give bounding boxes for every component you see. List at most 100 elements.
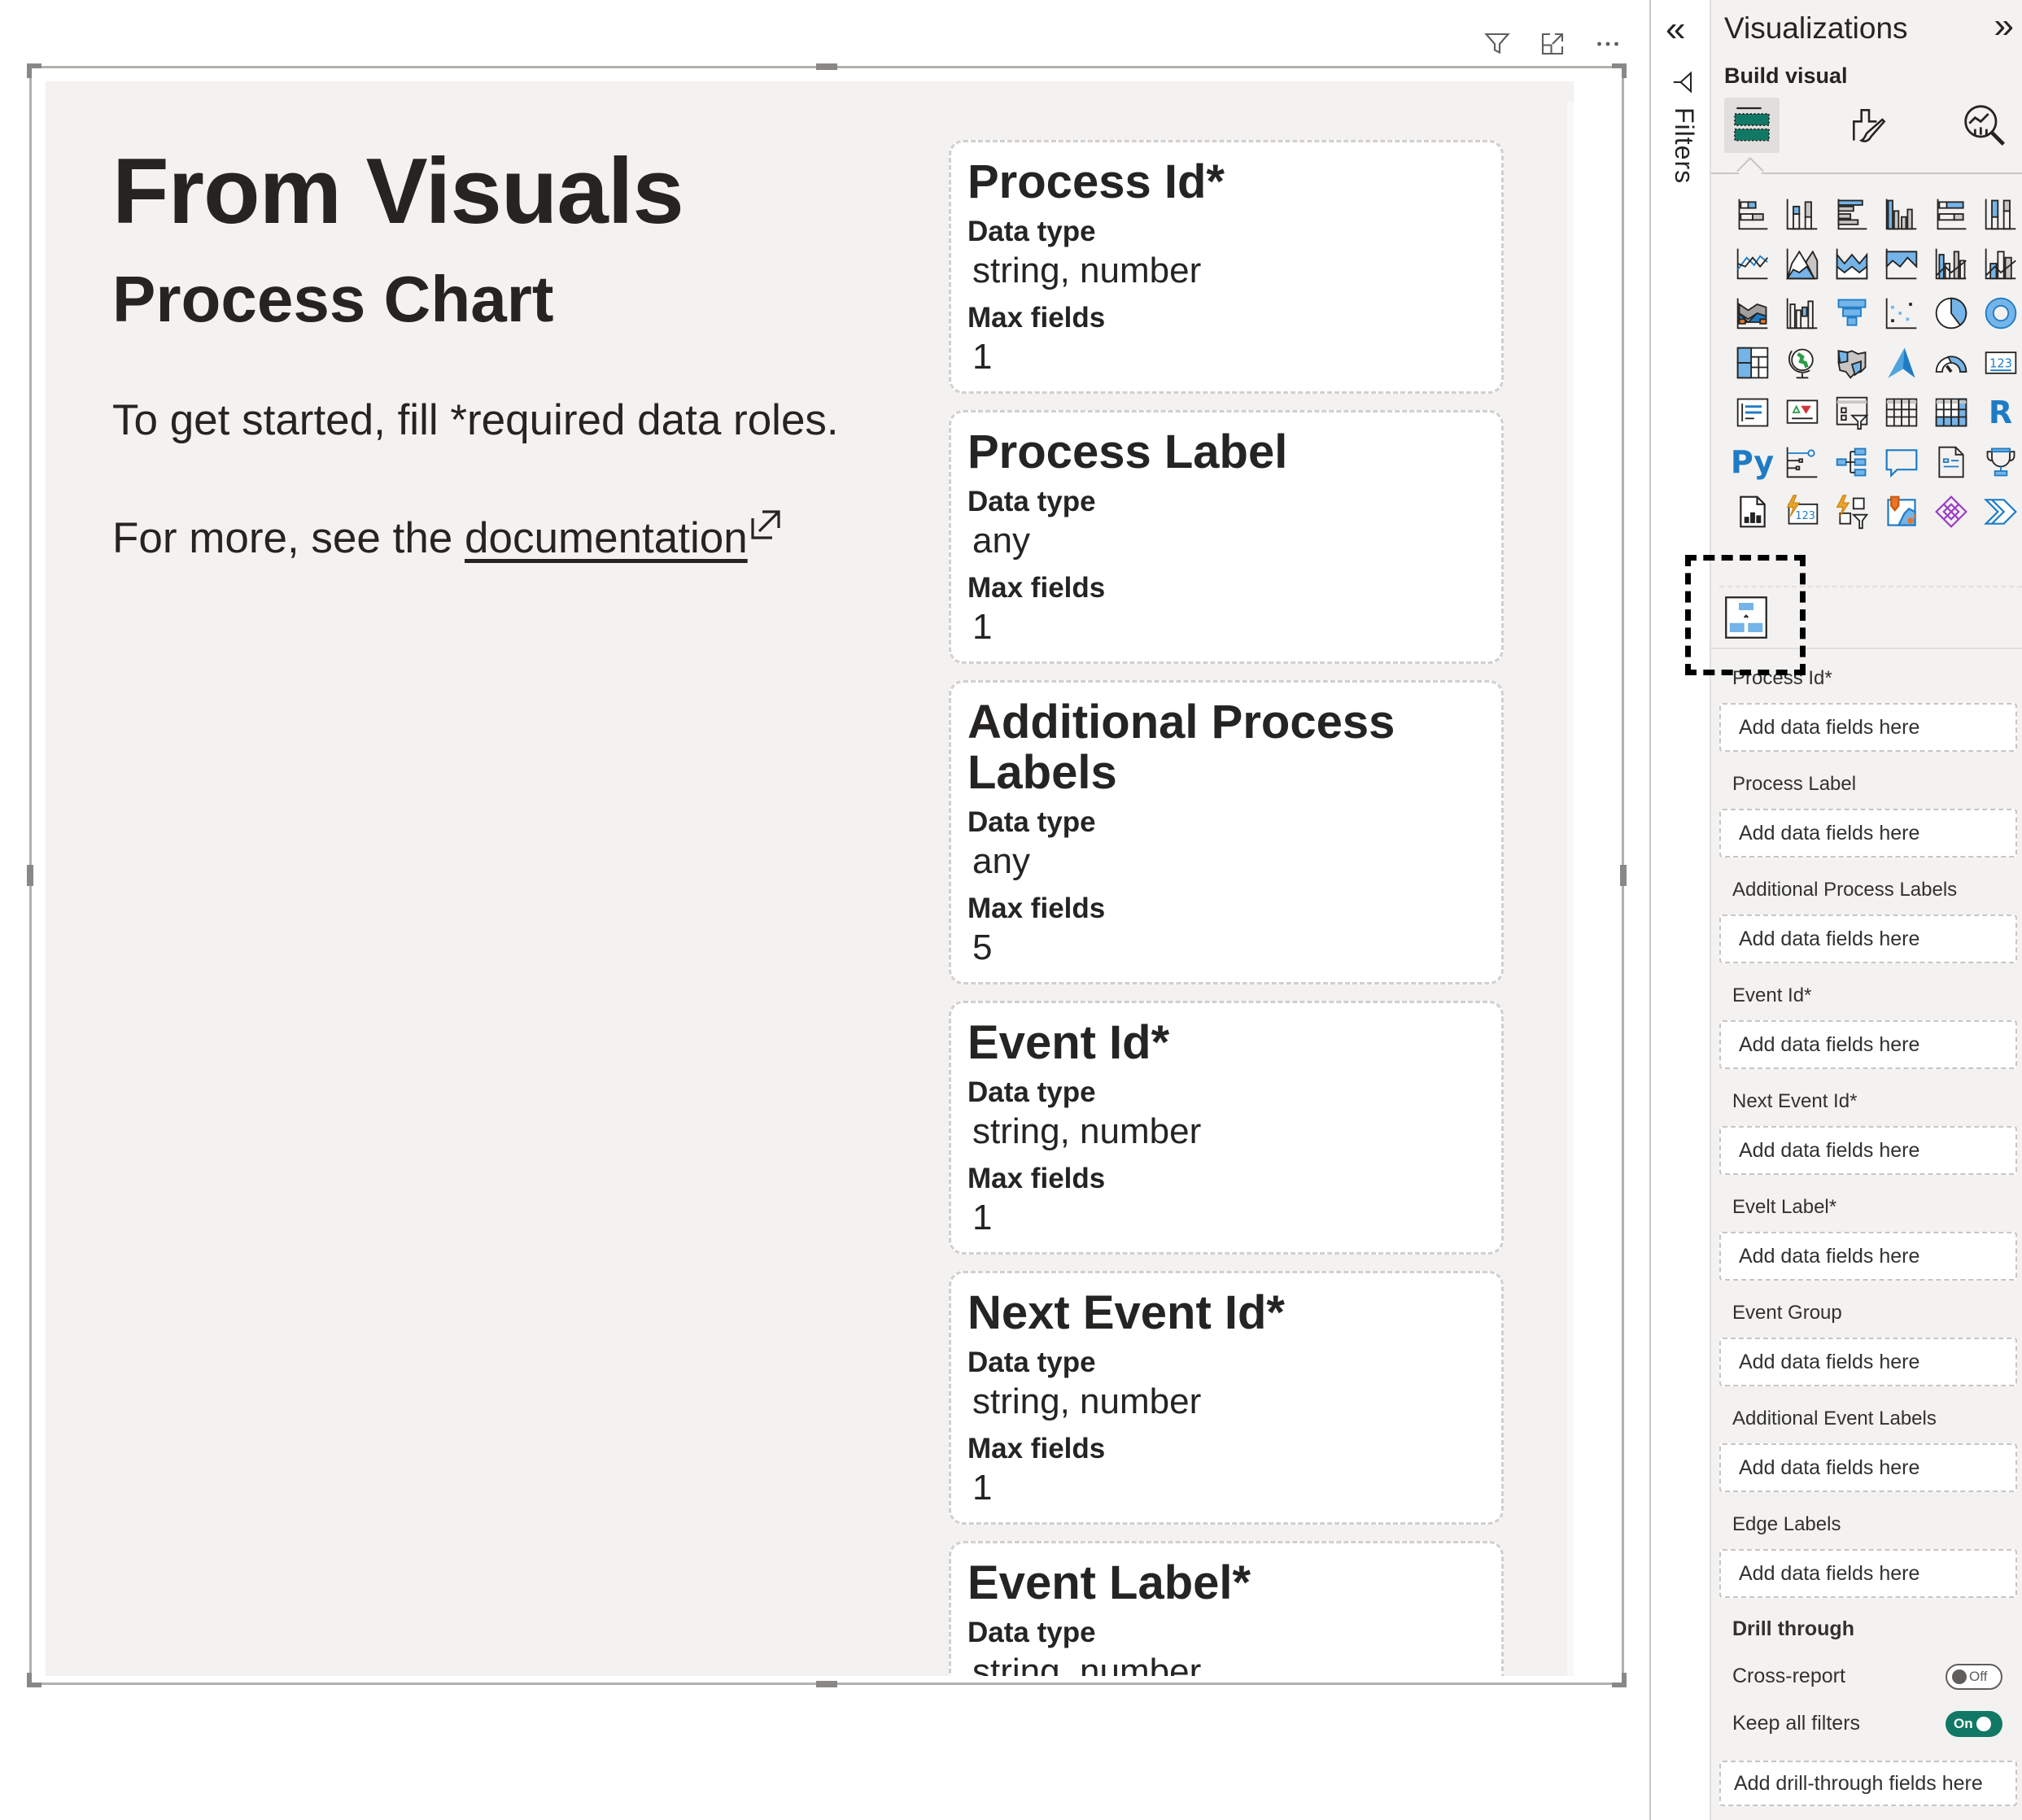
scatter-chart-icon[interactable] [1876,288,1926,338]
expand-pane-icon[interactable]: » [1994,8,2014,44]
well-drop-zone[interactable]: Add data fields here [1719,1443,2017,1492]
process-chart-custom-visual-icon[interactable] [1724,596,1768,639]
toggle-state: Off [1969,1669,1988,1684]
cross-report-toggle[interactable]: Off [1946,1664,2002,1690]
field-wells: Process Id* Add data fields here Process… [1711,664,2022,1616]
azure-map-icon[interactable] [1876,338,1926,387]
role-card-max-fields: 5 [972,927,993,967]
collapse-filters-icon[interactable]: « [1666,11,1685,47]
pie-chart-icon[interactable] [1926,288,1976,338]
tab-format-visual[interactable] [1841,98,1897,153]
100-stacked-column-chart-icon[interactable] [1976,189,2022,238]
well-edge-labels: Edge Labels Add data fields here [1711,1510,2022,1616]
role-card-data-type: string, number [972,251,1202,290]
resize-handle-top-right[interactable] [1612,63,1627,78]
well-drop-zone[interactable]: Add data fields here [1719,914,2017,963]
waterfall-chart-icon[interactable] [1777,288,1827,338]
gauge-icon[interactable] [1926,338,1976,387]
role-card-process-label: Process Label Data type any Max fields 1 [949,410,1504,664]
r-script-visual-icon[interactable]: R [1976,387,2022,437]
line-stacked-area-icon[interactable] [1876,238,1926,288]
documentation-prefix: For more, see the [112,514,465,562]
documentation-text: For more, see the documentation [112,508,782,563]
well-label: Event Group [1732,1302,1842,1324]
documentation-link[interactable]: documentation [465,514,748,562]
well-drop-zone[interactable]: Add data fields here [1719,1338,2017,1386]
resize-handle-bottom-right[interactable] [1612,1673,1627,1687]
role-card-max-fields-label: Max fields [967,572,1106,604]
well-drop-zone[interactable]: Add data fields here [1719,1020,2017,1069]
well-drop-zone[interactable]: Add data fields here [1719,703,2017,752]
smart-narrative-icon[interactable] [1926,437,1976,487]
focus-mode-icon[interactable] [1536,28,1569,60]
matrix-icon[interactable] [1926,387,1976,437]
role-card-data-type: any [972,841,1030,881]
well-label: Process Label [1732,773,1857,795]
card-icon[interactable]: 123 [1976,338,2022,387]
slicer-icon[interactable] [1827,387,1876,437]
well-drop-zone[interactable]: Add data fields here [1719,1126,2017,1175]
more-options-icon[interactable] [1592,28,1624,60]
filter-icon[interactable] [1670,70,1695,94]
resize-handle-bottom[interactable] [816,1681,837,1687]
section-separator [1711,648,2022,649]
visual-header [1481,28,1624,60]
kpi-icon[interactable] [1777,387,1827,437]
resize-handle-top-left[interactable] [27,63,41,78]
resize-handle-left[interactable] [27,865,33,886]
instruction-text: To get started, fill *required data role… [112,396,839,444]
well-drop-zone[interactable]: Add data fields here [1719,1232,2017,1281]
donut-chart-icon[interactable] [1976,288,2022,338]
tab-analytics[interactable] [1957,98,2012,153]
stacked-bar-chart-icon[interactable] [1727,189,1777,238]
multi-row-card-icon[interactable] [1727,387,1777,437]
resize-handle-bottom-left[interactable] [27,1673,41,1687]
filters-label[interactable]: Filters [1669,107,1699,184]
well-event-group: Event Group Add data fields here [1711,1298,2022,1404]
stacked-area-chart-icon[interactable] [1827,238,1876,288]
clustered-bar-chart-icon[interactable] [1827,189,1876,238]
vertical-scrollbar[interactable] [1567,102,1574,1676]
filled-map-icon[interactable] [1827,338,1876,387]
power-automate-icon[interactable] [1976,487,2022,536]
funnel-chart-icon[interactable] [1827,288,1876,338]
key-influencers-icon[interactable] [1777,437,1827,487]
stacked-column-chart-icon[interactable] [1777,189,1827,238]
line-stacked-column-icon[interactable] [1976,238,2022,288]
area-chart-icon[interactable] [1777,238,1827,288]
clustered-column-chart-icon[interactable] [1876,189,1926,238]
metric-card-lightning-icon[interactable]: 123 [1777,487,1827,536]
well-drop-zone[interactable]: Add data fields here [1719,1549,2017,1598]
keep-all-filters-toggle[interactable]: On [1946,1711,2002,1737]
table-icon[interactable] [1876,387,1926,437]
qa-visual-icon[interactable] [1876,437,1926,487]
line-clustered-column-icon[interactable] [1926,238,1976,288]
goals-icon[interactable] [1976,437,2022,487]
treemap-icon[interactable] [1727,338,1777,387]
well-drop-zone[interactable]: Add data fields here [1719,809,2017,858]
role-card-max-fields: 1 [972,1198,993,1237]
arcgis-map-icon[interactable] [1876,487,1926,536]
ribbon-chart-icon[interactable] [1727,288,1777,338]
100-stacked-bar-chart-icon[interactable] [1926,189,1976,238]
landing-page: From Visuals Process Chart To get starte… [46,81,1574,1676]
active-tab-caret [1736,157,1764,185]
map-icon[interactable] [1777,338,1827,387]
power-apps-icon[interactable] [1926,487,1976,536]
resize-handle-right[interactable] [1620,865,1627,886]
well-label: Additional Event Labels [1732,1408,1937,1429]
visual-container[interactable]: From Visuals Process Chart To get starte… [27,63,1627,1687]
well-label: Evelt Label* [1732,1196,1837,1218]
filter-icon[interactable] [1481,28,1513,60]
well-process-label: Process Label Add data fields here [1711,770,2022,875]
paginated-report-icon[interactable] [1727,487,1777,536]
role-card-title: Process Id* [967,155,1225,208]
decomposition-tree-icon[interactable] [1827,437,1876,487]
well-label: Additional Process Labels [1732,879,1958,901]
python-visual-icon[interactable]: Py [1727,437,1777,487]
line-chart-icon[interactable] [1727,238,1777,288]
metric-slicer-lightning-icon[interactable] [1827,487,1876,536]
resize-handle-top[interactable] [816,63,837,70]
drill-through-drop-zone[interactable]: Add drill-through fields here [1719,1761,2017,1806]
tab-build-visual[interactable] [1724,98,1780,153]
